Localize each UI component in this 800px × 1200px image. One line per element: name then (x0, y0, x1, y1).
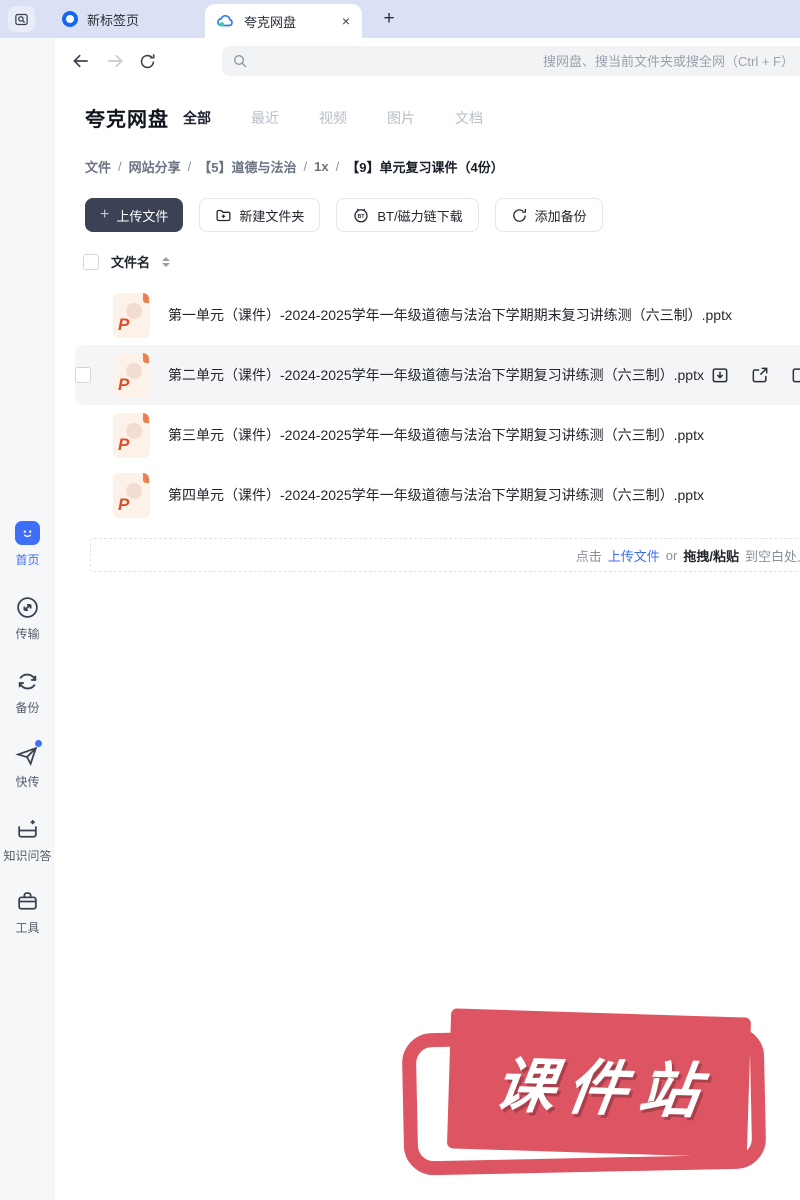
tab-images[interactable]: 图片 (387, 108, 415, 128)
button-label: 新建文件夹 (239, 206, 304, 225)
breadcrumb-separator: / (304, 159, 308, 174)
sidebar-item-home[interactable]: 首页 (0, 520, 55, 568)
quark-cloud-logo-icon (217, 14, 235, 28)
sidebar-item-backup[interactable]: 备份 (0, 668, 55, 716)
hint-text: 到空白处上传 (745, 546, 800, 565)
paper-plane-icon (15, 742, 41, 768)
toolbox-icon (15, 888, 41, 914)
breadcrumb-item[interactable]: 网站分享 (129, 157, 181, 176)
breadcrumb-separator: / (188, 159, 192, 174)
bt-magnet-download-button[interactable]: BT BT/磁力链下载 (336, 198, 478, 232)
more-actions-icon[interactable] (790, 365, 800, 385)
file-list-header: 文件名 (83, 252, 170, 271)
sidebar: 首页 传输 备份 快传 (0, 38, 55, 1200)
filter-tabs: 全部 最近 视频 图片 文档 (183, 108, 483, 128)
button-label: 上传文件 (116, 206, 168, 225)
tab-videos[interactable]: 视频 (319, 108, 347, 128)
file-name[interactable]: 第一单元（课件）-2024-2025学年一年级道德与法治下学期期末复习讲练测（六… (168, 305, 732, 325)
sidebar-item-transfer[interactable]: 传输 (0, 594, 55, 642)
sidebar-item-tools[interactable]: 工具 (0, 888, 55, 936)
filename-column-header: 文件名 (111, 252, 150, 271)
ppt-file-icon (113, 353, 150, 398)
ppt-file-icon (113, 413, 150, 458)
sort-toggle-icon[interactable] (162, 257, 170, 267)
transfer-icon (15, 594, 41, 620)
sidebar-item-label: 传输 (15, 625, 39, 642)
tab-docs[interactable]: 文档 (455, 108, 483, 128)
browser-tab-bar: 新标签页 夸克网盘 × + (0, 0, 800, 38)
ppt-file-icon (113, 293, 150, 338)
new-tab-button[interactable]: + (376, 6, 402, 32)
ppt-file-icon (113, 473, 150, 518)
tab-recent[interactable]: 最近 (251, 108, 279, 128)
upload-file-button[interactable]: + 上传文件 (85, 198, 183, 232)
add-backup-button[interactable]: 添加备份 (495, 198, 603, 232)
plus-icon: + (100, 206, 109, 224)
search-input[interactable] (222, 46, 800, 76)
new-folder-button[interactable]: 新建文件夹 (199, 198, 320, 232)
sidebar-item-label: 备份 (15, 699, 39, 716)
stamp-background: 课件站 (447, 1008, 751, 1157)
sync-circle-icon (511, 207, 528, 224)
tab-label: 夸克网盘 (244, 12, 296, 31)
share-icon[interactable] (750, 365, 770, 385)
page-title: 夸克网盘 (85, 103, 169, 132)
breadcrumb-separator: / (118, 159, 122, 174)
breadcrumb-item[interactable]: 【5】道德与法治 (198, 157, 296, 176)
tab-label: 新标签页 (87, 10, 139, 29)
file-name[interactable]: 第二单元（课件）-2024-2025学年一年级道德与法治下学期复习讲练测（六三制… (168, 365, 704, 385)
hint-text: or (666, 548, 678, 563)
home-smiley-icon (15, 520, 41, 546)
refresh-button[interactable] (136, 50, 158, 72)
sidebar-item-knowledge-qa[interactable]: 知识问答 (0, 816, 55, 864)
file-name[interactable]: 第四单元（课件）-2024-2025学年一年级道德与法治下学期复习讲练测（六三制… (168, 485, 704, 505)
notification-dot (35, 740, 42, 747)
action-button-row: + 上传文件 新建文件夹 BT BT/磁力链下载 添加备份 (85, 198, 603, 232)
stamp-text: 课件站 (480, 1036, 718, 1130)
hint-text: 点击 (576, 546, 602, 565)
sidebar-item-fast-send[interactable]: 快传 (0, 742, 55, 790)
row-checkbox[interactable] (75, 367, 91, 383)
file-row-hovered[interactable]: 第二单元（课件）-2024-2025学年一年级道德与法治下学期复习讲练测（六三制… (75, 345, 800, 405)
file-name[interactable]: 第三单元（课件）-2024-2025学年一年级道德与法治下学期复习讲练测（六三制… (168, 425, 704, 445)
breadcrumb-item[interactable]: 1x (314, 159, 328, 174)
button-label: BT/磁力链下载 (377, 206, 462, 225)
file-row[interactable]: 第四单元（课件）-2024-2025学年一年级道德与法治下学期复习讲练测（六三制… (75, 465, 800, 525)
folder-plus-icon (215, 207, 232, 224)
quark-browser-logo-icon (62, 11, 78, 27)
svg-text:BT: BT (358, 214, 366, 220)
tab-all[interactable]: 全部 (183, 108, 211, 128)
watermark-stamp: 课件站 (403, 1008, 793, 1178)
file-list: 第一单元（课件）-2024-2025学年一年级道德与法治下学期期末复习讲练测（六… (75, 285, 800, 525)
hint-text: 拖拽/粘贴 (683, 546, 739, 565)
tab-search-button[interactable] (8, 6, 35, 32)
sidebar-item-label: 知识问答 (3, 847, 51, 864)
file-row[interactable]: 第一单元（课件）-2024-2025学年一年级道德与法治下学期期末复习讲练测（六… (75, 285, 800, 345)
back-button[interactable] (70, 50, 92, 72)
breadcrumb-current: 【9】单元复习课件（4份） (346, 157, 503, 176)
row-action-icons (710, 345, 800, 405)
browser-tab-quark-drive[interactable]: 夸克网盘 × (205, 4, 362, 38)
sidebar-item-label: 工具 (15, 919, 39, 936)
tab-close-icon[interactable]: × (342, 13, 350, 29)
bt-magnet-icon: BT (352, 206, 370, 224)
download-icon[interactable] (710, 365, 730, 385)
tab-search-icon (14, 12, 29, 27)
upload-file-link[interactable]: 上传文件 (608, 546, 660, 565)
forward-button (104, 50, 126, 72)
sidebar-item-label: 快传 (15, 773, 39, 790)
browser-tab-newtab[interactable]: 新标签页 (50, 0, 151, 38)
sidebar-item-label: 首页 (15, 551, 39, 568)
upload-dropzone-hint[interactable]: 点击 上传文件 or 拖拽/粘贴 到空白处上传 (90, 538, 800, 572)
breadcrumb: 文件 / 网站分享 / 【5】道德与法治 / 1x / 【9】单元复习课件（4份… (85, 157, 504, 176)
button-label: 添加备份 (535, 206, 587, 225)
select-all-checkbox[interactable] (83, 254, 99, 270)
breadcrumb-item[interactable]: 文件 (85, 157, 111, 176)
knowledge-qa-icon (15, 816, 41, 842)
breadcrumb-separator: / (336, 159, 340, 174)
backup-sync-icon (15, 668, 41, 694)
file-row[interactable]: 第三单元（课件）-2024-2025学年一年级道德与法治下学期复习讲练测（六三制… (75, 405, 800, 465)
